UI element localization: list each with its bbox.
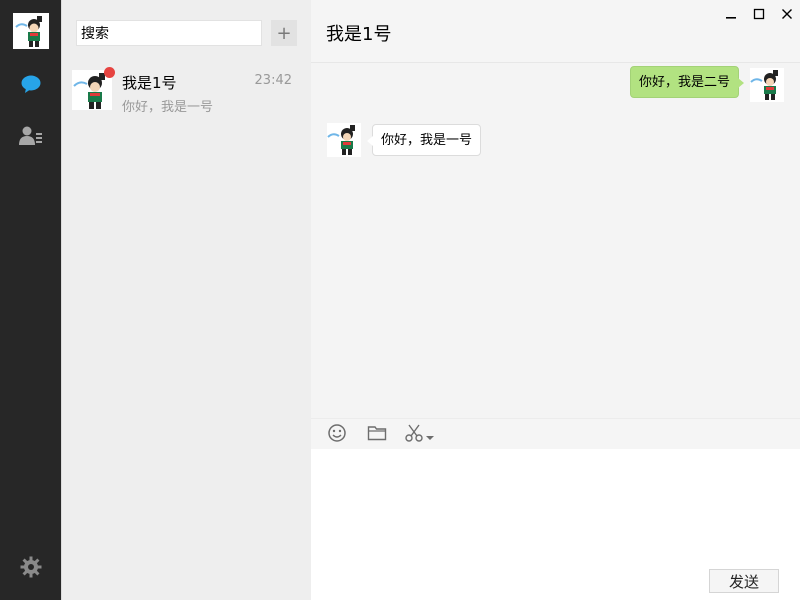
- minimize-button[interactable]: [721, 4, 741, 24]
- file-button[interactable]: [366, 424, 388, 446]
- chat-nav-button[interactable]: [17, 72, 45, 100]
- emoji-button[interactable]: [326, 424, 348, 446]
- contact-message-avatar[interactable]: [327, 123, 361, 157]
- add-button[interactable]: +: [271, 20, 297, 46]
- maximize-button[interactable]: [749, 4, 769, 24]
- session-name: 我是1号: [122, 74, 177, 92]
- session-list-panel: + 我是1号 23:42 你好，我是一号: [61, 0, 311, 600]
- message-text: 你好，我是二号: [638, 75, 730, 90]
- unread-badge: [104, 67, 115, 78]
- my-avatar[interactable]: [750, 68, 784, 102]
- message-input-area[interactable]: 发送: [311, 449, 800, 600]
- settings-button[interactable]: [17, 555, 45, 583]
- search-input[interactable]: [76, 20, 262, 46]
- session-time: 23:42: [254, 73, 292, 88]
- gear-icon: [20, 556, 42, 582]
- smiley-icon: [327, 423, 347, 447]
- user-avatar[interactable]: [13, 13, 49, 49]
- my-message-bubble[interactable]: 你好，我是二号: [629, 66, 745, 98]
- close-icon: [781, 5, 793, 24]
- folder-icon: [367, 424, 387, 446]
- contacts-nav-button[interactable]: [17, 124, 45, 152]
- contact-message-bubble[interactable]: 你好，我是一号: [366, 124, 482, 156]
- contact-avatar: [72, 67, 115, 110]
- chevron-down-icon: [426, 426, 434, 445]
- screenshot-button[interactable]: [401, 424, 437, 446]
- scissors-icon: [404, 423, 424, 447]
- send-button-label: 发送: [728, 572, 759, 591]
- chat-bubble-icon: [20, 74, 42, 98]
- session-preview: 你好，我是一号: [122, 100, 214, 115]
- close-button[interactable]: [777, 4, 797, 24]
- contacts-icon: [19, 125, 43, 151]
- chat-title: 我是1号: [326, 24, 392, 45]
- composer-toolbar: [311, 418, 800, 449]
- minimize-icon: [725, 5, 737, 24]
- session-item[interactable]: 我是1号 23:42 你好，我是一号: [62, 62, 312, 120]
- left-nav-rail: [0, 0, 61, 600]
- plus-icon: +: [276, 22, 292, 44]
- chat-header: 我是1号: [311, 0, 800, 62]
- message-text: 你好，我是一号: [381, 133, 473, 148]
- message-area[interactable]: 你好，我是二号 你好，我是一号: [311, 62, 800, 418]
- maximize-icon: [753, 5, 765, 24]
- send-button[interactable]: 发送: [709, 569, 779, 593]
